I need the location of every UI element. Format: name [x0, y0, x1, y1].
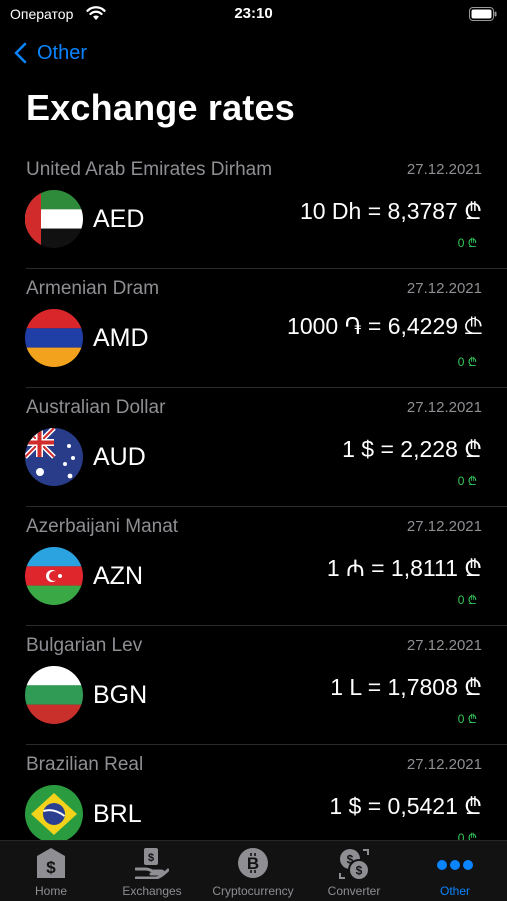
rate-date: 27.12.2021 — [406, 161, 482, 178]
rate-change: 0 ₾ — [457, 712, 477, 726]
rate-row[interactable]: Australian Dollar 27.12.2021 AUD 1 $ = 2… — [0, 388, 507, 507]
rate-row[interactable]: Brazilian Real 27.12.2021 BRL 1 $ = 0,54… — [0, 745, 507, 840]
azerbaijan-flag-icon — [25, 547, 83, 605]
chevron-left-icon — [14, 42, 27, 64]
rate-date: 27.12.2021 — [406, 756, 482, 773]
battery-icon — [469, 7, 497, 21]
tab-home[interactable]: $ Home — [1, 841, 101, 901]
rate-change: 0 ₾ — [457, 355, 477, 369]
tab-label: Other — [439, 884, 470, 898]
back-button[interactable]: Other — [14, 38, 87, 68]
currency-code: AED — [93, 205, 145, 233]
tab-exchanges[interactable]: $ Exchanges — [102, 841, 202, 901]
rate-change: 0 ₾ — [457, 236, 477, 250]
svg-text:$: $ — [148, 852, 154, 864]
currency-code: BGN — [93, 681, 148, 709]
rate-change: 0 ₾ — [457, 831, 477, 840]
currency-name: Armenian Dram — [26, 278, 160, 299]
rate-date: 27.12.2021 — [406, 518, 482, 535]
rate-row[interactable]: Azerbaijani Manat 27.12.2021 AZN 1 ₼ = 1… — [0, 507, 507, 626]
currency-name: Australian Dollar — [26, 397, 166, 418]
rate-row[interactable]: Bulgarian Lev 27.12.2021 BGN 1 L = 1,780… — [0, 626, 507, 745]
currency-code: AZN — [93, 562, 143, 590]
exchange-hand-icon: $ — [135, 848, 169, 879]
brazil-flag-icon — [25, 785, 83, 840]
currency-name: Bulgarian Lev — [26, 635, 143, 656]
rate-change: 0 ₾ — [457, 474, 477, 488]
rate-date: 27.12.2021 — [406, 399, 482, 416]
currency-name: Brazilian Real — [26, 754, 144, 775]
rate-value: 1 ₼ = 1,8111 ₾ — [326, 555, 482, 581]
tab-bar: $ Home $ Exchanges B Cryptocurrency $ $ … — [0, 840, 507, 901]
currency-name: United Arab Emirates Dirham — [26, 159, 273, 180]
back-button-label: Other — [37, 41, 88, 64]
tab-label: Home — [34, 884, 67, 898]
rate-value: 1 $ = 0,5421 ₾ — [329, 793, 482, 819]
more-icon — [437, 860, 473, 870]
rate-value: 1 L = 1,7808 ₾ — [330, 674, 482, 700]
rate-change: 0 ₾ — [457, 593, 477, 607]
rate-value: 1 $ = 2,228 ₾ — [342, 436, 482, 462]
exchange-rates-list[interactable]: United Arab Emirates Dirham 27.12.2021 A… — [0, 150, 507, 840]
rate-value: 1000 ֏ = 6,4229 ₾ — [287, 313, 482, 339]
rate-row[interactable]: United Arab Emirates Dirham 27.12.2021 A… — [0, 150, 507, 269]
bulgaria-flag-icon — [25, 666, 83, 724]
page-title: Exchange rates — [26, 87, 295, 128]
bitcoin-icon: B — [238, 848, 268, 878]
currency-code: BRL — [93, 800, 142, 828]
australia-flag-icon — [25, 428, 83, 486]
tab-label: Converter — [327, 884, 381, 898]
status-bar: Оператор 23:10 — [0, 0, 507, 30]
converter-icon: $ $ — [339, 849, 370, 881]
bank-icon: $ — [37, 848, 65, 878]
svg-text:B: B — [247, 854, 259, 873]
tab-converter[interactable]: $ $ Converter — [304, 841, 404, 901]
tab-cryptocurrency[interactable]: B Cryptocurrency — [203, 841, 303, 901]
tab-label: Exchanges — [122, 884, 182, 898]
rate-date: 27.12.2021 — [406, 637, 482, 654]
tab-label: Cryptocurrency — [212, 884, 294, 898]
armenia-flag-icon — [25, 309, 83, 367]
clock: 23:10 — [234, 5, 273, 22]
svg-text:$: $ — [46, 858, 56, 877]
tab-other[interactable]: Other — [405, 841, 505, 901]
currency-name: Azerbaijani Manat — [26, 516, 179, 537]
currency-code: AUD — [93, 443, 146, 471]
rate-value: 10 Dh = 8,3787 ₾ — [299, 198, 482, 224]
rate-row[interactable]: Armenian Dram 27.12.2021 AMD 1000 ֏ = 6,… — [0, 269, 507, 388]
rate-date: 27.12.2021 — [406, 280, 482, 297]
currency-code: AMD — [93, 324, 149, 352]
svg-text:$: $ — [356, 864, 363, 878]
svg-text:$: $ — [347, 853, 354, 867]
uae-flag-icon — [25, 190, 83, 248]
